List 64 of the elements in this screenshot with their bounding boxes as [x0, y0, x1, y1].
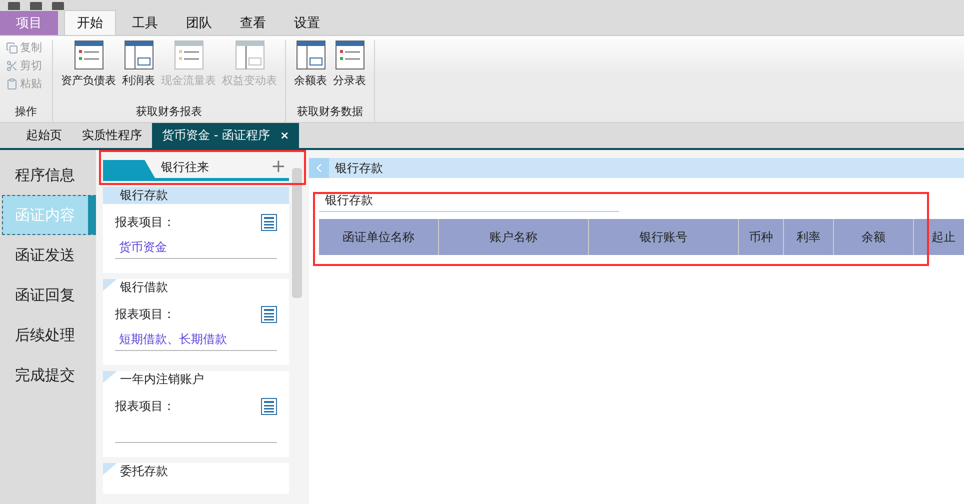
- menu-tab[interactable]: 查看: [228, 10, 278, 35]
- group-label: 获取财务报表: [136, 104, 202, 120]
- ribbon-button[interactable]: 余额表: [292, 40, 329, 88]
- field-label: 报表项目：: [115, 306, 175, 323]
- tab-label: 货币资金 - 函证程序: [162, 127, 270, 144]
- ribbon-button[interactable]: 利润表: [120, 40, 157, 88]
- table-icon: [124, 40, 154, 70]
- list-icon[interactable]: [261, 214, 277, 231]
- close-button[interactable]: ×: [280, 129, 290, 142]
- report-item-field[interactable]: 货币资金: [115, 239, 277, 259]
- ribbon-button[interactable]: 分录表: [331, 40, 368, 88]
- column-header: 利率: [784, 219, 834, 255]
- header-title: 银行存款: [335, 160, 383, 176]
- report-item-field[interactable]: 短期借款、长期借款: [115, 331, 277, 351]
- card-title: 银行存款: [103, 187, 289, 204]
- column-header: 起止: [914, 219, 964, 255]
- field-label: 报表项目：: [115, 398, 175, 415]
- ribbon-button[interactable]: 资产负债表: [59, 40, 118, 88]
- menu-tab[interactable]: 工具: [120, 10, 170, 35]
- account-card[interactable]: 一年内注销账户 报表项目：: [103, 371, 289, 457]
- back-button[interactable]: [309, 158, 329, 178]
- column-header: 银行账号: [589, 219, 739, 255]
- tool-icon: [6, 78, 18, 90]
- column-header: 余额: [834, 219, 914, 255]
- group-label: 操作: [15, 104, 37, 120]
- nav-item[interactable]: 函证发送: [2, 235, 96, 275]
- document-tab[interactable]: 实质性程序: [72, 123, 152, 148]
- tab-flag-icon: [103, 160, 155, 178]
- nav-item[interactable]: 后续处理: [2, 315, 96, 355]
- card-title: 一年内注销账户: [120, 371, 205, 388]
- document-tab[interactable]: 起始页: [16, 123, 72, 148]
- table-icon: [296, 40, 326, 70]
- table-icon: [174, 40, 204, 70]
- add-button[interactable]: +: [270, 158, 289, 176]
- menu-tab[interactable]: 开始: [64, 10, 116, 35]
- menu-tab[interactable]: 设置: [282, 10, 332, 35]
- tab-label: 银行往来: [161, 158, 210, 176]
- tab-label: 实质性程序: [82, 127, 142, 144]
- nav-item[interactable]: 完成提交: [2, 355, 96, 395]
- scrollbar-thumb[interactable]: [292, 168, 302, 298]
- nav-item[interactable]: 程序信息: [2, 155, 96, 195]
- card-title: 银行借款: [120, 279, 169, 296]
- table-icon: [334, 40, 364, 70]
- tool-icon: [6, 60, 18, 72]
- account-card[interactable]: 银行存款 报表项目： 货币资金: [103, 187, 289, 273]
- field-label: 报表项目：: [115, 214, 175, 231]
- table-icon: [234, 40, 264, 70]
- menu-tab[interactable]: 团队: [174, 10, 224, 35]
- column-header: 币种: [739, 219, 784, 255]
- account-card[interactable]: 银行借款 报表项目： 短期借款、长期借款: [103, 279, 289, 365]
- tab-label: 起始页: [26, 127, 62, 144]
- section-title: 银行存款: [319, 192, 619, 212]
- account-card[interactable]: 委托存款: [103, 463, 289, 494]
- category-tab[interactable]: 银行往来 +: [103, 156, 289, 181]
- table-icon: [74, 40, 104, 70]
- card-title: 委托存款: [120, 463, 169, 480]
- list-icon[interactable]: [261, 398, 277, 415]
- column-header: 账户名称: [439, 219, 589, 255]
- list-icon[interactable]: [261, 306, 277, 323]
- nav-item[interactable]: 函证回复: [2, 275, 96, 315]
- column-header: 函证单位名称: [319, 219, 439, 255]
- document-tab[interactable]: 货币资金 - 函证程序 ×: [152, 123, 300, 148]
- group-label: 获取财务数据: [297, 104, 363, 120]
- tool-icon: [6, 42, 18, 54]
